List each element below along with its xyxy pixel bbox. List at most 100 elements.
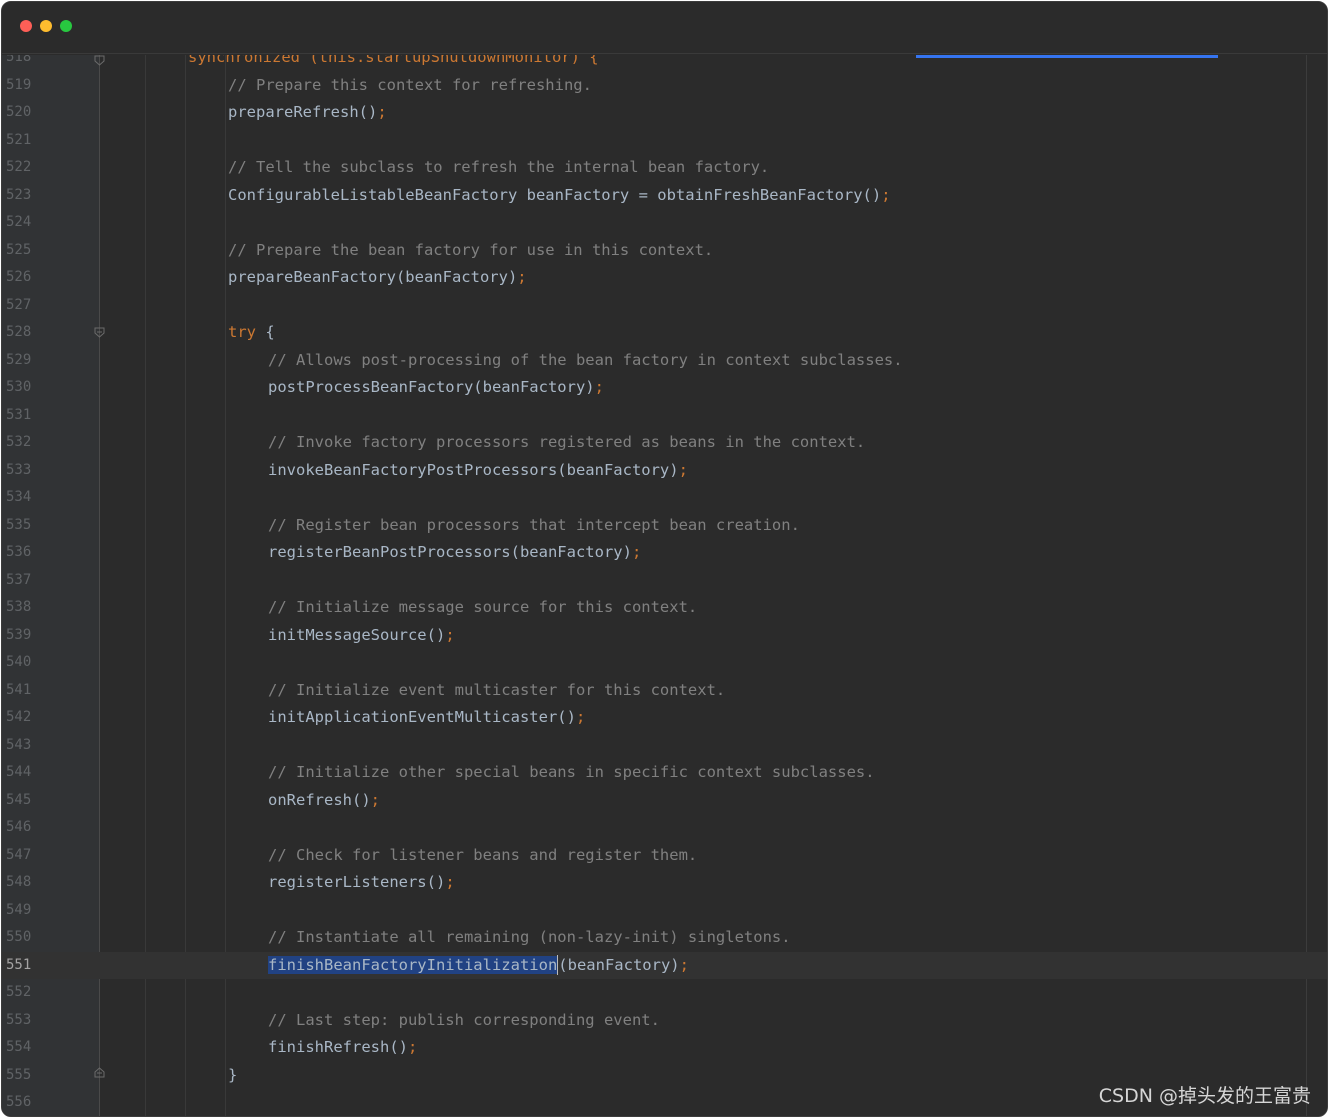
code-text: synchronized (this.startupShutdownMonito…	[188, 55, 599, 66]
code-text: // Initialize other special beans in spe…	[268, 759, 875, 787]
line-number: 548	[6, 874, 32, 890]
code-line[interactable]: 532 // Invoke factory processors register…	[2, 429, 1327, 457]
semicolon-token: ;	[575, 708, 586, 726]
close-window-button[interactable]	[20, 20, 32, 32]
code-line[interactable]: 521	[2, 127, 1327, 155]
code-line[interactable]: 546	[2, 814, 1327, 842]
line-number: 553	[6, 1011, 32, 1028]
code-editor[interactable]: 518 synchronized (this.startupShutdownMo…	[2, 55, 1327, 1116]
code-line[interactable]: 547 // Check for listener beans and regis…	[2, 842, 1327, 870]
comment-token: // Invoke factory processors registered …	[268, 433, 866, 451]
maximize-window-button[interactable]	[60, 20, 72, 32]
code-line[interactable]: 554 finishRefresh();	[2, 1034, 1327, 1062]
code-line[interactable]: 536 registerBeanPostProcessors(beanFactor…	[2, 539, 1327, 567]
code-line-current[interactable]: 551 finishBeanFactoryInitialization(beanF…	[2, 951, 1327, 979]
code-line[interactable]: 552	[2, 979, 1327, 1007]
code-text: // Initialize event multicaster for this…	[268, 677, 725, 705]
line-number: 546	[6, 819, 32, 835]
semicolon-token: ;	[631, 543, 642, 561]
code-text: prepareBeanFactory(beanFactory);	[228, 264, 527, 292]
semicolon-token: ;	[594, 378, 604, 396]
comment-token: // Initialize event multicaster for this…	[268, 680, 726, 699]
comment-token: // Initialize message source for this co…	[268, 598, 698, 616]
code-text: // Last step: publish corresponding even…	[268, 1007, 660, 1035]
code-line[interactable]: 523 ConfigurableListableBeanFactory beanF…	[2, 182, 1327, 210]
selected-text: finishBeanFactoryInitialization	[268, 955, 558, 974]
watermark-text: CSDN @掉头发的王富贵	[1098, 1085, 1311, 1107]
code-text: registerBeanPostProcessors(beanFactory);	[268, 539, 641, 567]
line-number: 535	[6, 516, 32, 533]
line-number: 538	[6, 599, 32, 615]
title-bar	[2, 2, 1327, 54]
line-number: 549	[6, 901, 32, 918]
semicolon-token: ;	[445, 625, 455, 644]
code-line[interactable]: 543	[2, 732, 1327, 760]
code-line[interactable]: 553 // Last step: publish corresponding e…	[2, 1007, 1327, 1035]
fold-end-icon[interactable]	[94, 1067, 105, 1078]
code-token: (beanFactory)	[558, 955, 680, 974]
code-line[interactable]: 539 initMessageSource();	[2, 622, 1327, 650]
code-line[interactable]: 529 // Allows post-processing of the bean…	[2, 347, 1327, 375]
fold-end-icon[interactable]	[94, 55, 105, 66]
code-line[interactable]: 538 // Initialize message source for this…	[2, 594, 1327, 622]
code-line[interactable]: 548 registerListeners();	[2, 869, 1327, 897]
comment-token: // Prepare this context for refreshing.	[228, 75, 592, 94]
comment-token: // Tell the subclass to refresh the inte…	[228, 158, 770, 176]
line-number: 541	[6, 681, 32, 698]
code-text: invokeBeanFactoryPostProcessors(beanFact…	[268, 457, 688, 485]
code-line[interactable]: 530 postProcessBeanFactory(beanFactory);	[2, 374, 1327, 402]
code-token: registerBeanPostProcessors(beanFactory)	[268, 543, 632, 561]
code-text: initApplicationEventMulticaster();	[268, 704, 585, 732]
code-line[interactable]: 537	[2, 567, 1327, 595]
fold-start-icon[interactable]	[94, 327, 105, 338]
comment-token: // Check for listener beans and register…	[268, 845, 698, 864]
code-line[interactable]: 545 onRefresh();	[2, 787, 1327, 815]
code-text: }	[228, 1062, 237, 1090]
comment-token: // Instantiate all remaining (non-lazy-i…	[268, 928, 791, 946]
code-line[interactable]: 542 initApplicationEventMulticaster();	[2, 704, 1327, 732]
code-line[interactable]: 550 // Instantiate all remaining (non-laz…	[2, 924, 1327, 952]
code-token: initApplicationEventMulticaster()	[268, 708, 576, 726]
semicolon-token: ;	[445, 873, 455, 891]
code-line[interactable]: 544 // Initialize other special beans in …	[2, 759, 1327, 787]
code-line[interactable]: 535 // Register bean processors that inte…	[2, 512, 1327, 540]
code-text: // Prepare the bean factory for use in t…	[228, 237, 713, 265]
code-line[interactable]: 522 // Tell the subclass to refresh the i…	[2, 154, 1327, 182]
code-line[interactable]: 541 // Initialize event multicaster for t…	[2, 677, 1327, 705]
line-number: 536	[6, 544, 32, 560]
code-line[interactable]: 534	[2, 484, 1327, 512]
line-number: 550	[6, 929, 32, 945]
line-number: 542	[6, 709, 32, 725]
line-number: 523	[6, 186, 32, 203]
code-line[interactable]: 540	[2, 649, 1327, 677]
line-number: 526	[6, 269, 32, 285]
code-text: ConfigurableListableBeanFactory beanFact…	[228, 182, 891, 210]
line-number: 555	[6, 1066, 32, 1083]
code-line[interactable]: 531	[2, 402, 1327, 430]
line-number: 544	[6, 764, 32, 780]
line-number: 524	[6, 214, 32, 230]
minimize-window-button[interactable]	[40, 20, 52, 32]
code-line[interactable]: 549	[2, 897, 1327, 925]
code-token: registerListeners()	[268, 873, 446, 891]
line-number: 530	[6, 379, 32, 395]
line-number: 534	[6, 489, 32, 505]
line-number: 543	[6, 736, 32, 753]
line-number: 554	[6, 1039, 32, 1055]
code-line[interactable]: 527	[2, 292, 1327, 320]
code-line[interactable]: 533 invokeBeanFactoryPostProcessors(beanF…	[2, 457, 1327, 485]
code-token: onRefresh()	[268, 790, 371, 809]
semicolon-token: ;	[517, 268, 527, 286]
code-line[interactable]: 528 try {	[2, 319, 1327, 347]
code-token: ConfigurableListableBeanFactory beanFact…	[228, 185, 882, 204]
code-line[interactable]: 520 prepareRefresh();	[2, 99, 1327, 127]
line-number: 522	[6, 159, 32, 175]
line-number: 545	[6, 791, 32, 808]
line-number: 520	[6, 104, 32, 120]
line-number: 537	[6, 571, 32, 588]
code-line[interactable]: 519 // Prepare this context for refreshin…	[2, 72, 1327, 100]
code-line[interactable]: 524	[2, 209, 1327, 237]
code-line[interactable]: 525 // Prepare the bean factory for use i…	[2, 237, 1327, 265]
line-number: 525	[6, 241, 32, 258]
code-line[interactable]: 526 prepareBeanFactory(beanFactory);	[2, 264, 1327, 292]
